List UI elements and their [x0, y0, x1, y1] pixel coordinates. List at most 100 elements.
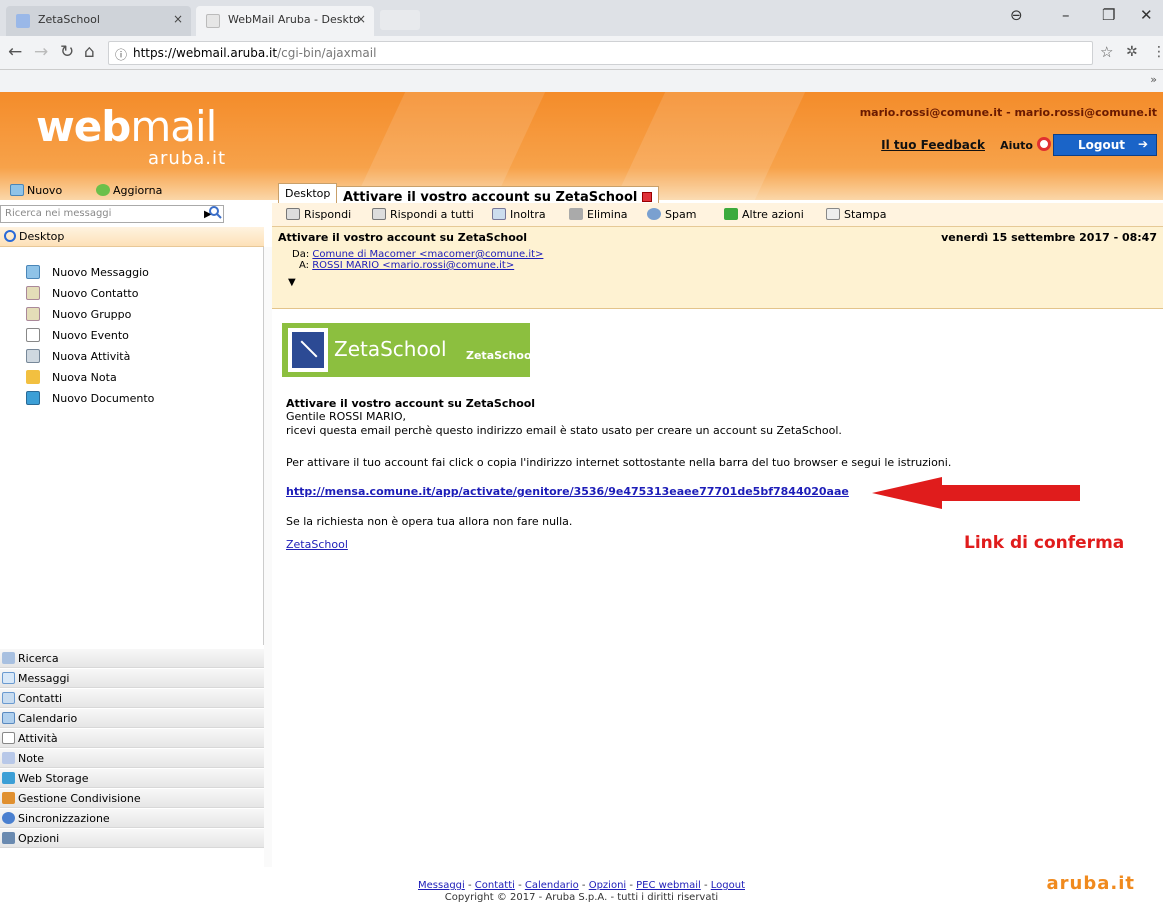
separator: -	[464, 880, 475, 891]
new-button[interactable]: Nuovo	[10, 184, 62, 197]
envelope-icon	[2, 672, 15, 684]
forward-label: Inoltra	[510, 208, 546, 221]
footer-link-calendar[interactable]: Calendario	[525, 880, 579, 891]
webmail-favicon-icon	[206, 14, 220, 28]
desktop-icon	[4, 230, 16, 242]
profile-icon[interactable]: ⊖	[1010, 6, 1023, 24]
from-link[interactable]: Comune di Macomer <macomer@comune.it>	[312, 249, 543, 260]
reply-button[interactable]: Rispondi	[286, 208, 351, 221]
browser-tab-zetaschool[interactable]: ZetaSchool ×	[6, 6, 191, 36]
print-button[interactable]: Stampa	[826, 208, 886, 221]
address-bar[interactable]: ⓘ https://webmail.aruba.it/cgi-bin/ajaxm…	[108, 41, 1093, 65]
nav-item-sharing[interactable]: Gestione Condivisione	[0, 788, 264, 808]
desktop-label: Desktop	[19, 230, 65, 243]
logout-label: Logout	[1078, 138, 1126, 152]
activation-link[interactable]: http://mensa.comune.it/app/activate/geni…	[286, 485, 849, 498]
nav-item-notes[interactable]: Note	[0, 748, 264, 768]
new-task-icon	[26, 349, 40, 363]
back-icon[interactable]: ←	[8, 43, 22, 61]
more-actions-button[interactable]: Altre azioni	[724, 208, 804, 221]
extension-icon[interactable]: ✲	[1126, 43, 1138, 61]
desktop-header[interactable]: Desktop	[0, 227, 264, 247]
nav-item-messages[interactable]: Messaggi	[0, 668, 264, 688]
copyright: Copyright © 2017 - Aruba S.p.A. - tutti …	[444, 892, 719, 903]
message-actions: Rispondi Rispondi a tutti Inoltra Elimin…	[272, 203, 1163, 227]
close-tab-icon[interactable]: ×	[173, 12, 183, 26]
signature-link[interactable]: ZetaSchool	[286, 538, 348, 551]
footer-link-pec[interactable]: PEC webmail	[636, 880, 701, 891]
nav-label: Web Storage	[18, 772, 89, 785]
help-link[interactable]: Aiuto	[1000, 139, 1033, 152]
browser-tab-webmail[interactable]: WebMail Aruba - Deskto ×	[196, 6, 374, 36]
logout-button[interactable]: Logout ➔	[1053, 134, 1157, 156]
email-line1: ricevi questa email perchè questo indiri…	[286, 424, 842, 437]
home-icon[interactable]: ⌂	[84, 43, 95, 61]
new-note-icon	[26, 370, 40, 384]
spam-icon	[647, 208, 661, 220]
new-group-item[interactable]: Nuovo Gruppo	[26, 307, 226, 327]
bookmarks-more-icon[interactable]: »	[1150, 73, 1157, 86]
new-event-item[interactable]: Nuovo Evento	[26, 328, 226, 348]
to-prefix: A:	[299, 260, 310, 271]
nav-label: Sincronizzazione	[18, 812, 110, 825]
main-tabs: Desktop Attivare il vostro account su Ze…	[272, 181, 1163, 206]
forward-icon[interactable]: →	[34, 43, 48, 61]
red-arrow-annotation	[872, 477, 1080, 509]
new-task-item[interactable]: Nuova Attività	[26, 349, 226, 369]
footer-link-messages[interactable]: Messaggi	[418, 880, 465, 891]
nav-item-sync[interactable]: Sincronizzazione	[0, 808, 264, 828]
aruba-logo: aruba.it	[148, 148, 227, 169]
delete-button[interactable]: Elimina	[569, 208, 628, 221]
new-tab-button[interactable]	[380, 10, 420, 30]
nav-item-options[interactable]: Opzioni	[0, 828, 264, 848]
close-window-icon[interactable]: ✕	[1140, 6, 1153, 24]
printer-icon	[826, 208, 840, 220]
maximize-icon[interactable]: ❐	[1102, 6, 1115, 24]
new-message-item[interactable]: Nuovo Messaggio	[26, 265, 226, 285]
search-icon[interactable]	[208, 205, 222, 219]
expand-header-icon[interactable]: ▼	[288, 277, 296, 288]
reload-icon[interactable]: ↻	[60, 43, 74, 61]
nav-label: Messaggi	[18, 672, 70, 685]
info-icon[interactable]: ⓘ	[115, 46, 127, 63]
new-contact-item[interactable]: Nuovo Contatto	[26, 286, 226, 306]
spam-button[interactable]: Spam	[647, 208, 696, 221]
help-icon[interactable]	[1037, 137, 1051, 151]
search-input[interactable]: Ricerca nei messaggi	[0, 205, 224, 223]
forward-button[interactable]: Inoltra	[492, 208, 546, 221]
new-document-label: Nuovo Documento	[52, 392, 155, 405]
message-body: ZetaSchool ZetaSchool Attivare il vostro…	[272, 309, 1163, 867]
nav-item-search[interactable]: Ricerca	[0, 648, 264, 668]
new-note-item[interactable]: Nuova Nota	[26, 370, 226, 390]
nav-item-tasks[interactable]: Attività	[0, 728, 264, 748]
refresh-button[interactable]: Aggiorna	[96, 184, 162, 197]
nav-item-contacts[interactable]: Contatti	[0, 688, 264, 708]
arrow-right-icon: ➔	[1137, 137, 1148, 151]
new-group-icon	[26, 307, 40, 321]
nav-label: Calendario	[18, 712, 78, 725]
nav-item-calendar[interactable]: Calendario	[0, 708, 264, 728]
new-document-item[interactable]: Nuovo Documento	[26, 391, 226, 411]
new-label: Nuovo	[27, 184, 63, 197]
new-icon	[10, 184, 24, 196]
nav-item-web-storage[interactable]: Web Storage	[0, 768, 264, 788]
new-contact-icon	[26, 286, 40, 300]
nav-label: Note	[18, 752, 45, 765]
to-link[interactable]: ROSSI MARIO <mario.rossi@comune.it>	[312, 260, 514, 271]
email-line3: Se la richiesta non è opera tua allora n…	[286, 515, 573, 528]
feedback-link[interactable]: Il tuo Feedback	[881, 138, 985, 152]
tab-desktop[interactable]: Desktop	[278, 183, 338, 203]
panel-resizer[interactable]	[264, 247, 272, 867]
print-label: Stampa	[844, 208, 887, 221]
minimize-icon[interactable]: –	[1062, 6, 1070, 24]
footer-link-contacts[interactable]: Contatti	[475, 880, 515, 891]
footer-link-options[interactable]: Opzioni	[589, 880, 626, 891]
search-icon	[2, 652, 15, 664]
footer-link-logout[interactable]: Logout	[711, 880, 745, 891]
close-tab-icon[interactable]: ×	[356, 12, 366, 26]
bookmark-star-icon[interactable]: ☆	[1100, 43, 1113, 61]
close-tab-icon[interactable]	[642, 192, 653, 202]
calendar-icon	[2, 712, 15, 724]
menu-icon[interactable]: ⋮	[1152, 43, 1163, 61]
reply-all-button[interactable]: Rispondi a tutti	[372, 208, 474, 221]
